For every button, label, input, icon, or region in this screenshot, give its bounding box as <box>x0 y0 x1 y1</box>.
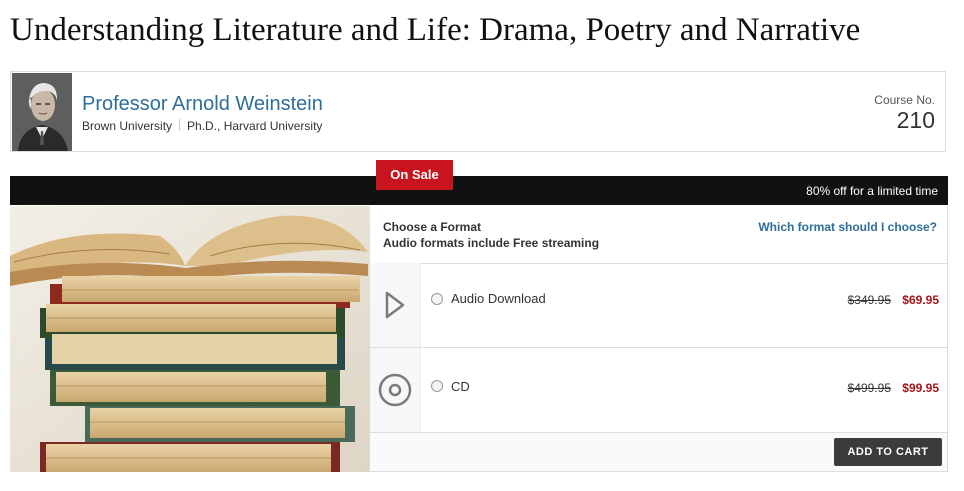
cd-icon <box>370 348 421 432</box>
cd-sale-price: $99.95 <box>902 381 939 395</box>
professor-card: Professor Arnold Weinstein Brown Univers… <box>10 71 946 152</box>
format-help-link[interactable]: Which format should I choose? <box>758 220 937 234</box>
audio-download-radio[interactable] <box>431 293 443 305</box>
course-number: 210 <box>896 107 935 133</box>
cd-radio[interactable] <box>431 380 443 392</box>
format-header: Choose a Format Audio formats include Fr… <box>370 206 947 264</box>
professor-university: Brown University <box>82 119 173 133</box>
audio-download-sale-price: $69.95 <box>902 293 939 307</box>
audio-download-old-price: $349.95 <box>847 293 891 307</box>
page-title: Understanding Literature and Life: Drama… <box>10 12 861 48</box>
format-panel: Choose a Format Audio formats include Fr… <box>370 206 948 472</box>
course-hero-image <box>10 206 370 472</box>
professor-name[interactable]: Professor Arnold Weinstein <box>82 93 323 116</box>
stacked-books-image <box>10 206 370 472</box>
course-number-label: Course No. <box>874 93 935 107</box>
sale-bar: 80% off for a limited time <box>10 176 948 205</box>
on-sale-badge: On Sale <box>376 160 453 190</box>
credential-divider <box>179 119 181 131</box>
cd-old-price: $499.95 <box>847 381 891 395</box>
format-title: Choose a Format <box>383 220 482 234</box>
professor-credentials: Brown University Ph.D., Harvard Universit… <box>82 119 322 133</box>
audio-download-label[interactable]: Audio Download <box>451 291 546 306</box>
format-option-cd[interactable]: CD $499.95 $99.95 <box>370 348 947 433</box>
sale-offer-text: 80% off for a limited time <box>806 184 938 198</box>
audio-download-icon <box>370 263 421 347</box>
professor-degree: Ph.D., Harvard University <box>187 119 323 133</box>
avatar <box>12 73 72 151</box>
professor-photo <box>12 73 72 151</box>
format-subtitle: Audio formats include Free streaming <box>383 236 600 250</box>
add-to-cart-button[interactable]: ADD TO CART <box>834 438 942 466</box>
cd-label[interactable]: CD <box>451 379 470 394</box>
format-option-audio-download[interactable]: Audio Download $349.95 $69.95 <box>370 263 947 348</box>
cart-footer: ADD TO CART <box>370 433 947 471</box>
